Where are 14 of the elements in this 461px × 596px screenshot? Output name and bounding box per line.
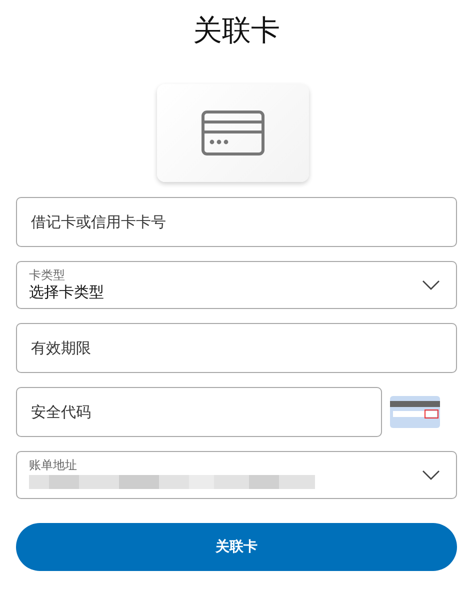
- field-label: 账单地址: [29, 458, 78, 472]
- credit-card-icon: [200, 110, 264, 156]
- dropdown-field[interactable]: 账单地址: [16, 451, 457, 499]
- chevron-down-icon: [422, 470, 440, 480]
- page-title: 关联卡: [192, 12, 281, 49]
- dropdown-field[interactable]: 卡类型 选择卡类型: [16, 261, 457, 309]
- input-field[interactable]: 安全代码: [16, 387, 382, 437]
- field-value: 选择卡类型: [29, 282, 104, 302]
- input-field[interactable]: 有效期限: [16, 323, 457, 373]
- input-field[interactable]: 借记卡或信用卡卡号: [16, 197, 457, 247]
- card-back-icon: [390, 396, 440, 428]
- chevron-down-icon: [422, 280, 440, 290]
- field-label: 卡类型: [29, 268, 66, 282]
- link-card-button[interactable]: 关联卡: [16, 523, 457, 571]
